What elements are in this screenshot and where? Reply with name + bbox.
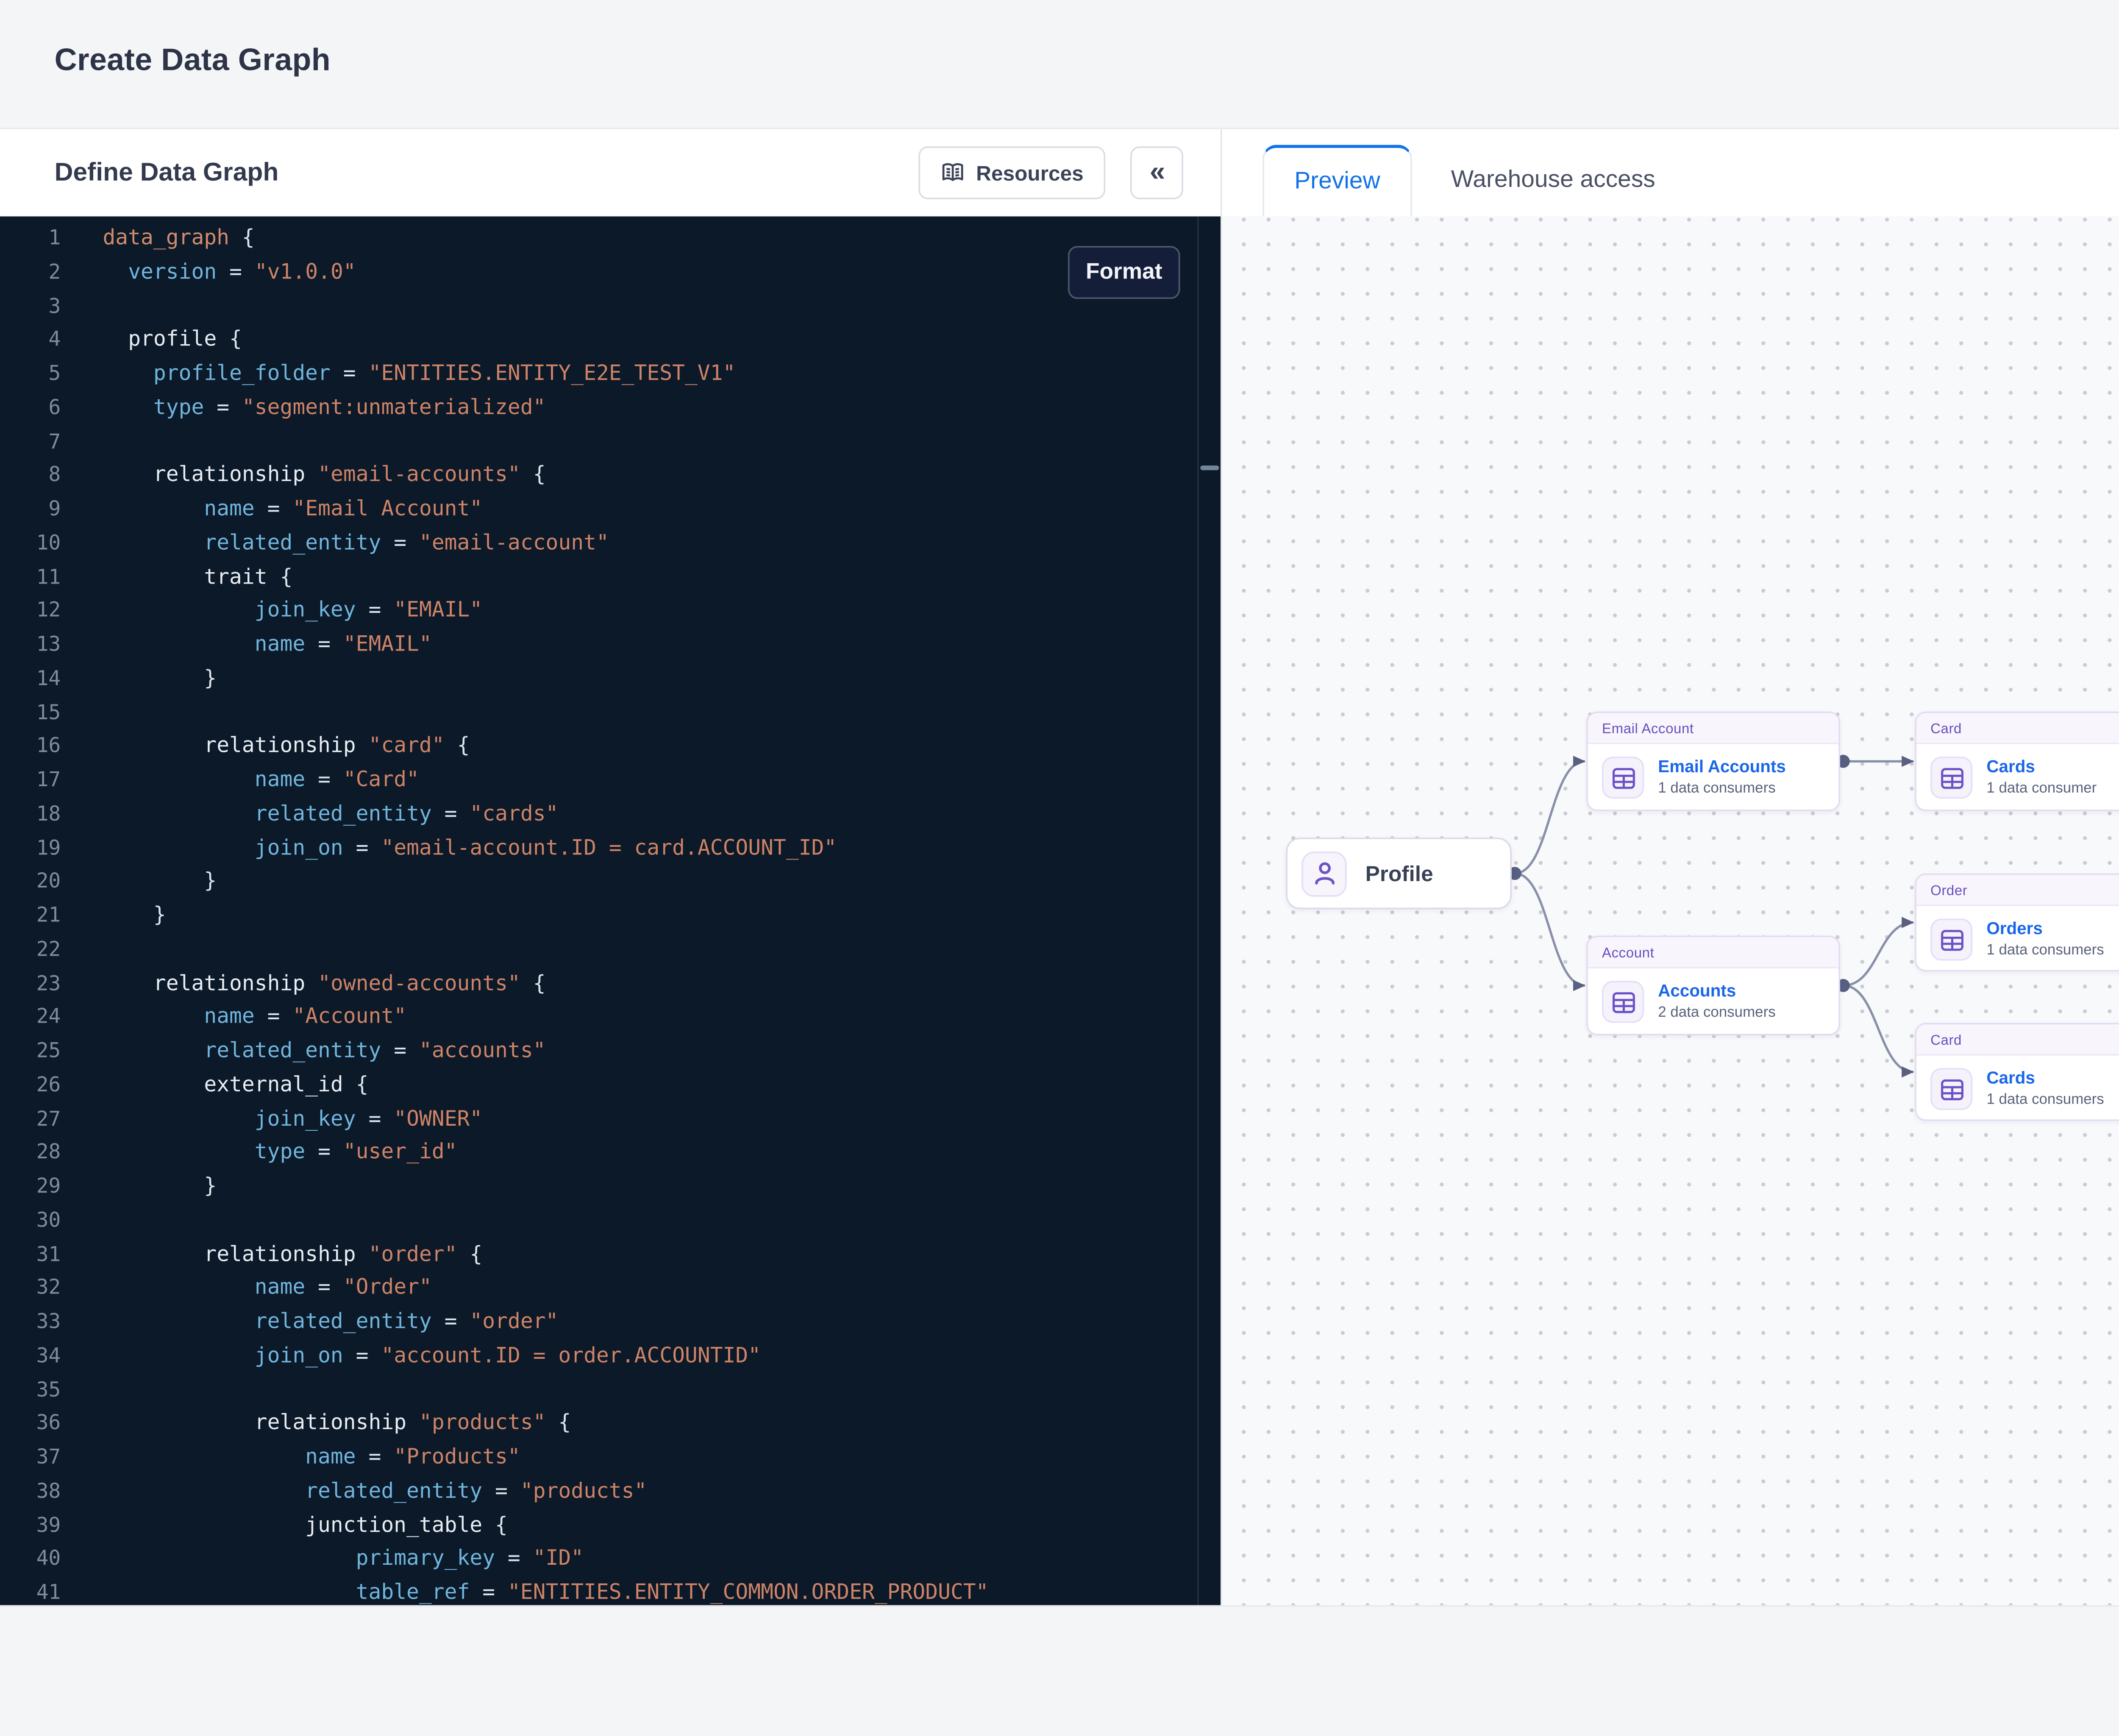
- code-line[interactable]: 26 external_id {: [0, 1069, 1221, 1103]
- resources-button[interactable]: Resources: [918, 146, 1105, 199]
- code-line[interactable]: 16 relationship "card" {: [0, 731, 1221, 765]
- code-line[interactable]: 34 join_on = "account.ID = order.ACCOUNT…: [0, 1340, 1221, 1374]
- entity-title-link[interactable]: Cards: [1986, 758, 2097, 776]
- footer-bar: Save: [0, 1605, 2119, 1736]
- entity-type-label: Card: [1916, 713, 2119, 744]
- entity-node-order[interactable]: Order Orders 1 data consumers: [1915, 874, 2119, 971]
- code-editor[interactable]: 1data_graph {2 version = "v1.0.0"34 prof…: [0, 217, 1221, 1605]
- code-line[interactable]: 17 name = "Card": [0, 765, 1221, 798]
- resources-button-label: Resources: [976, 161, 1084, 184]
- code-line[interactable]: 4 profile {: [0, 324, 1221, 358]
- code-line[interactable]: 14 }: [0, 663, 1221, 697]
- code-lines: 1data_graph {2 version = "v1.0.0"34 prof…: [0, 217, 1221, 1605]
- code-line[interactable]: 31 relationship "order" {: [0, 1238, 1221, 1272]
- code-line[interactable]: 1data_graph {: [0, 223, 1221, 256]
- create-data-graph-page: Create Data Graph Cancel Define Data Gra…: [0, 0, 2119, 1736]
- code-line[interactable]: 19 join_on = "email-account.ID = card.AC…: [0, 832, 1221, 866]
- entity-body: Accounts 2 data consumers: [1588, 968, 1838, 1035]
- table-icon: [1930, 1068, 1972, 1110]
- code-line[interactable]: 36 relationship "products" {: [0, 1408, 1221, 1442]
- tab-preview[interactable]: Preview: [1263, 145, 1412, 217]
- table-icon: [1930, 918, 1972, 960]
- entity-consumers-label: 1 data consumers: [1658, 780, 1786, 797]
- code-line[interactable]: 28 type = "user_id": [0, 1137, 1221, 1171]
- code-line[interactable]: 20 }: [0, 866, 1221, 900]
- code-line[interactable]: 10 related_entity = "email-account": [0, 527, 1221, 561]
- table-icon: [1602, 757, 1644, 798]
- code-line[interactable]: 13 name = "EMAIL": [0, 629, 1221, 663]
- book-icon: [940, 160, 965, 185]
- entity-consumers-label: 1 data consumers: [1986, 942, 2104, 959]
- entity-consumers-label: 1 data consumers: [1986, 1092, 2104, 1109]
- code-line[interactable]: 41 table_ref = "ENTITIES.ENTITY_COMMON.O…: [0, 1577, 1221, 1605]
- code-line[interactable]: 15: [0, 697, 1221, 731]
- table-icon: [1930, 757, 1972, 798]
- entity-body: Cards 1 data consumer: [1916, 744, 2119, 811]
- editor-scrollbar-thumb[interactable]: [1200, 465, 1219, 470]
- entity-body: Email Accounts 1 data consumers: [1588, 744, 1838, 811]
- entity-title-link[interactable]: Accounts: [1658, 982, 1775, 1001]
- entity-body: Orders 1 data consumers: [1916, 906, 2119, 973]
- code-line[interactable]: 29 }: [0, 1171, 1221, 1205]
- tab-warehouse-access[interactable]: Warehouse access: [1448, 145, 1658, 217]
- format-button[interactable]: Format: [1068, 246, 1180, 299]
- code-line[interactable]: 9 name = "Email Account": [0, 493, 1221, 527]
- entity-title-link[interactable]: Cards: [1986, 1069, 2104, 1088]
- entity-type-label: Order: [1916, 875, 2119, 906]
- profile-node-label: Profile: [1365, 861, 1433, 886]
- code-line[interactable]: 11 trait {: [0, 561, 1221, 595]
- graph-canvas[interactable]: Profile Email Account Email Accounts 1 data…: [1222, 217, 2119, 1605]
- code-line[interactable]: 2 version = "v1.0.0": [0, 256, 1221, 290]
- entity-node-card-bottom[interactable]: Card Cards 1 data consumers: [1915, 1023, 2119, 1121]
- code-line[interactable]: 21 }: [0, 900, 1221, 934]
- editor-scrollbar-track: [1197, 217, 1199, 1605]
- entity-node-account[interactable]: Account Accounts 2 data consumers: [1586, 936, 1840, 1035]
- code-line[interactable]: 7: [0, 426, 1221, 460]
- code-line[interactable]: 18 related_entity = "cards": [0, 798, 1221, 832]
- page-title: Create Data Graph: [55, 44, 331, 79]
- editor-panel-title: Define Data Graph: [55, 159, 279, 189]
- code-line[interactable]: 32 name = "Order": [0, 1272, 1221, 1306]
- code-line[interactable]: 3: [0, 290, 1221, 324]
- entity-consumers-label: 2 data consumers: [1658, 1004, 1775, 1021]
- entity-type-label: Account: [1588, 937, 1838, 968]
- code-line[interactable]: 35: [0, 1374, 1221, 1408]
- top-bar: Create Data Graph Cancel: [0, 0, 2119, 129]
- code-line[interactable]: 27 join_key = "OWNER": [0, 1103, 1221, 1137]
- editor-panel-header: Define Data Graph Resources «: [0, 129, 1221, 217]
- entity-type-label: Email Account: [1588, 713, 1838, 744]
- code-line[interactable]: 40 primary_key = "ID": [0, 1543, 1221, 1577]
- code-line[interactable]: 5 profile_folder = "ENTITIES.ENTITY_E2E_…: [0, 358, 1221, 392]
- entity-consumers-label: 1 data consumer: [1986, 780, 2097, 797]
- code-line[interactable]: 38 related_entity = "products": [0, 1476, 1221, 1510]
- code-line[interactable]: 6 type = "segment:unmaterialized": [0, 392, 1221, 426]
- code-line[interactable]: 12 join_key = "EMAIL": [0, 595, 1221, 629]
- preview-tab-bar: Preview Warehouse access: [1222, 129, 2119, 217]
- double-chevron-left-icon: «: [1150, 155, 1164, 188]
- code-line[interactable]: 22: [0, 934, 1221, 968]
- person-icon: [1301, 851, 1347, 896]
- code-line[interactable]: 33 related_entity = "order": [0, 1306, 1221, 1340]
- code-line[interactable]: 25 related_entity = "accounts": [0, 1035, 1221, 1069]
- code-line[interactable]: 39 junction_table {: [0, 1509, 1221, 1543]
- collapse-panel-button[interactable]: «: [1130, 146, 1183, 199]
- entity-node-email-account[interactable]: Email Account Email Accounts 1 data consum…: [1586, 712, 1840, 811]
- entity-node-card-top[interactable]: Card Cards 1 data consumer: [1915, 712, 2119, 811]
- code-line[interactable]: 30: [0, 1205, 1221, 1238]
- code-line[interactable]: 23 relationship "owned-accounts" {: [0, 968, 1221, 1002]
- entity-type-label: Card: [1916, 1024, 2119, 1055]
- code-line[interactable]: 37 name = "Products": [0, 1442, 1221, 1476]
- entity-title-link[interactable]: Orders: [1986, 920, 2104, 938]
- entity-title-link[interactable]: Email Accounts: [1658, 758, 1786, 776]
- code-line[interactable]: 24 name = "Account": [0, 1002, 1221, 1035]
- profile-node[interactable]: Profile: [1286, 837, 1512, 909]
- code-line[interactable]: 8 relationship "email-accounts" {: [0, 460, 1221, 494]
- table-icon: [1602, 981, 1644, 1023]
- entity-body: Cards 1 data consumers: [1916, 1056, 2119, 1123]
